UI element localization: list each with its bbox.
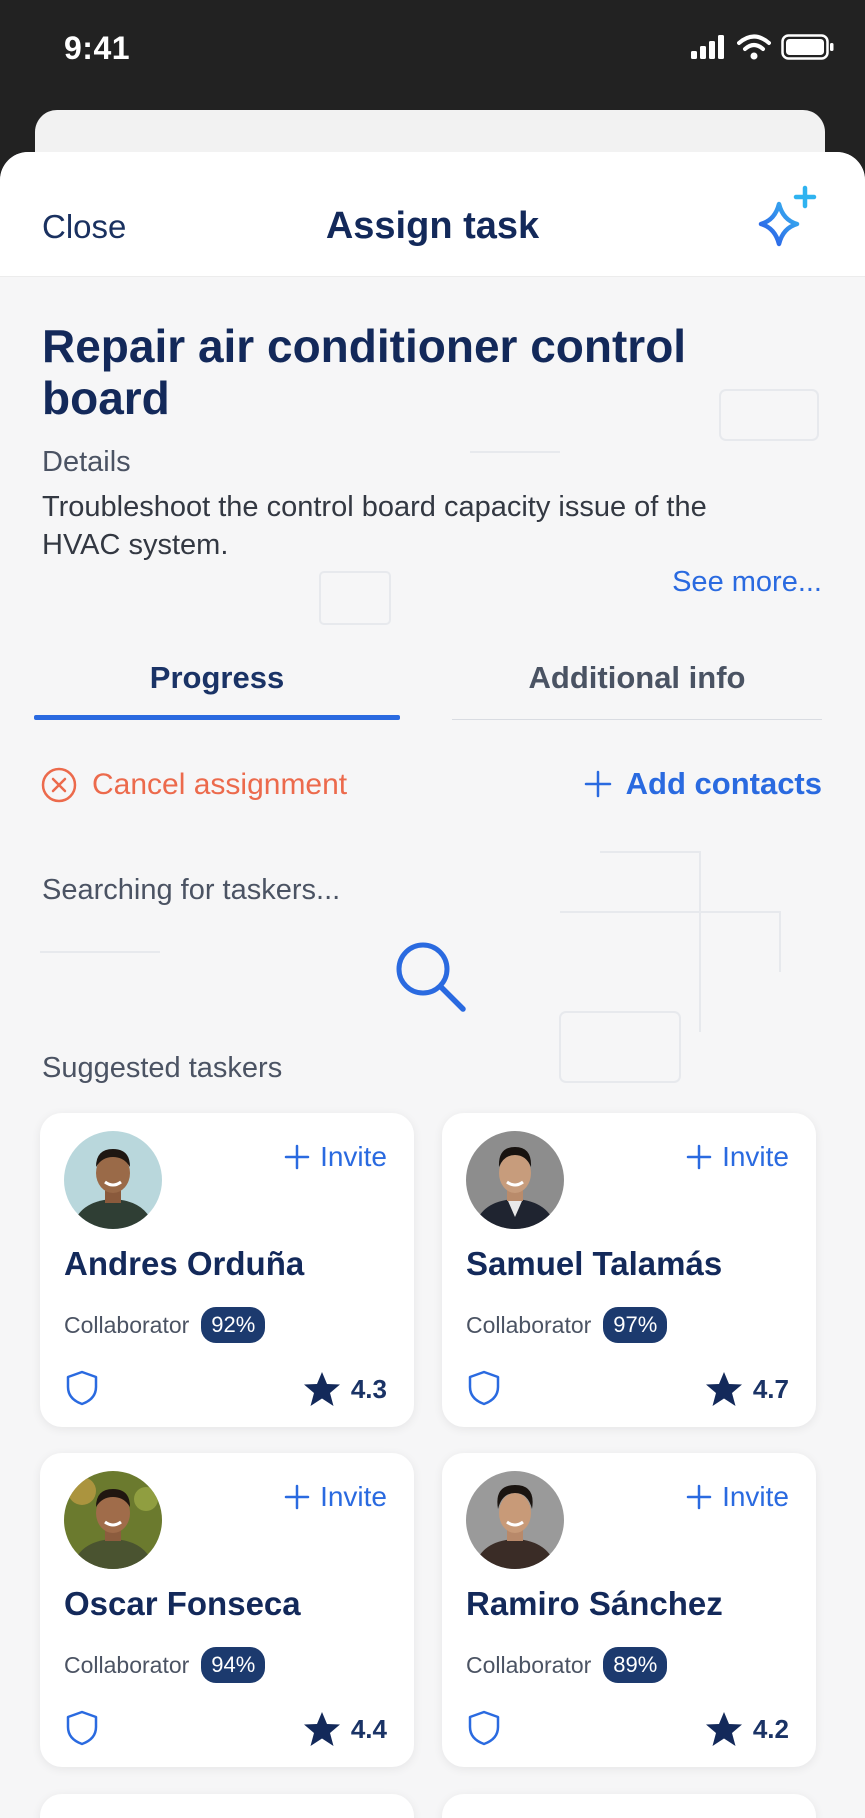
rating: 4.4	[303, 1711, 387, 1747]
cancel-assignment-button[interactable]: Cancel assignment	[40, 766, 347, 804]
rating-value: 4.4	[350, 1713, 387, 1744]
tasker-role: Collaborator	[466, 1311, 592, 1338]
plus-icon	[686, 1484, 712, 1510]
tasker-card[interactable]: Invite Andres Orduña Collaborator 92% 4.…	[40, 1113, 414, 1427]
tasker-name: Andres Orduña	[64, 1245, 305, 1282]
invite-button[interactable]: Invite	[284, 1481, 387, 1513]
tasker-card-partial	[40, 1794, 414, 1818]
tasker-name: Ramiro Sánchez	[466, 1585, 723, 1622]
shield-icon	[468, 1710, 500, 1746]
match-badge: 97%	[603, 1307, 668, 1343]
rating-value: 4.3	[350, 1373, 387, 1404]
wifi-icon	[737, 34, 771, 60]
page-title: Assign task	[325, 205, 540, 247]
role-row: Collaborator 92%	[64, 1307, 266, 1343]
details-text: Troubleshoot the control board capacity …	[42, 491, 707, 561]
plus-icon	[686, 1144, 712, 1170]
invite-label: Invite	[320, 1141, 387, 1172]
star-icon	[303, 1712, 340, 1746]
search-icon	[396, 942, 466, 1012]
shield-icon	[468, 1370, 500, 1406]
status-bar: 9:41	[0, 0, 865, 105]
match-badge: 94%	[201, 1647, 266, 1683]
tasker-role: Collaborator	[466, 1651, 592, 1678]
avatar	[64, 1131, 162, 1229]
avatar	[466, 1471, 564, 1569]
star-icon	[705, 1712, 742, 1746]
rating-value: 4.2	[752, 1713, 789, 1744]
rating: 4.3	[303, 1371, 387, 1407]
invite-button[interactable]: Invite	[686, 1141, 789, 1173]
rating-value: 4.7	[752, 1373, 789, 1404]
shield-icon	[66, 1710, 98, 1746]
match-badge: 89%	[603, 1647, 668, 1683]
role-row: Collaborator 97%	[466, 1307, 668, 1343]
tab-progress[interactable]: Progress	[34, 660, 400, 696]
task-title: Repair air conditioner control board	[42, 320, 687, 424]
tasker-role: Collaborator	[64, 1311, 190, 1338]
invite-button[interactable]: Invite	[686, 1481, 789, 1513]
invite-label: Invite	[320, 1481, 387, 1512]
star-icon	[303, 1372, 340, 1406]
star-icon	[705, 1372, 742, 1406]
sparkle-icon[interactable]	[749, 184, 821, 256]
shield-icon	[66, 1370, 98, 1406]
suggested-heading: Suggested taskers	[42, 1052, 283, 1084]
tasker-name: Oscar Fonseca	[64, 1585, 301, 1622]
status-icons	[691, 34, 835, 60]
rating: 4.2	[705, 1711, 789, 1747]
tasker-card[interactable]: Invite Ramiro Sánchez Collaborator 89% 4…	[442, 1453, 816, 1767]
invite-label: Invite	[722, 1141, 789, 1172]
tab-active-indicator	[34, 715, 400, 720]
signal-icon	[691, 35, 724, 59]
match-badge: 92%	[201, 1307, 266, 1343]
tasker-card[interactable]: Invite Oscar Fonseca Collaborator 94% 4.…	[40, 1453, 414, 1767]
tasker-role: Collaborator	[64, 1651, 190, 1678]
role-row: Collaborator 94%	[64, 1647, 266, 1683]
tasker-card-partial	[442, 1794, 816, 1818]
rating: 4.7	[705, 1371, 789, 1407]
avatar	[64, 1471, 162, 1569]
battery-icon	[781, 34, 834, 60]
nav-bar: Close Assign task	[0, 152, 865, 277]
avatar	[466, 1131, 564, 1229]
role-row: Collaborator 89%	[466, 1647, 668, 1683]
assign-task-sheet: Close Assign task Repair air conditioner…	[0, 152, 865, 1818]
plus-icon	[284, 1144, 310, 1170]
tab-additional-info[interactable]: Additional info	[452, 660, 822, 696]
search-status: Searching for taskers...	[42, 874, 341, 906]
invite-label: Invite	[722, 1481, 789, 1512]
tasker-name: Samuel Talamás	[466, 1245, 723, 1282]
see-more-link[interactable]: See more...	[672, 566, 822, 599]
tab-divider	[452, 719, 822, 720]
plus-icon	[584, 770, 611, 798]
invite-button[interactable]: Invite	[284, 1141, 387, 1173]
tasker-card[interactable]: Invite Samuel Talamás Collaborator 97% 4…	[442, 1113, 816, 1427]
cancel-assignment-label: Cancel assignment	[92, 768, 348, 801]
plus-icon	[284, 1484, 310, 1510]
cancel-circle-icon	[41, 767, 77, 803]
status-time: 9:41	[64, 30, 131, 66]
add-contacts-label: Add contacts	[625, 766, 822, 801]
details-label: Details	[42, 446, 131, 478]
add-contacts-button[interactable]: Add contacts	[584, 766, 822, 802]
